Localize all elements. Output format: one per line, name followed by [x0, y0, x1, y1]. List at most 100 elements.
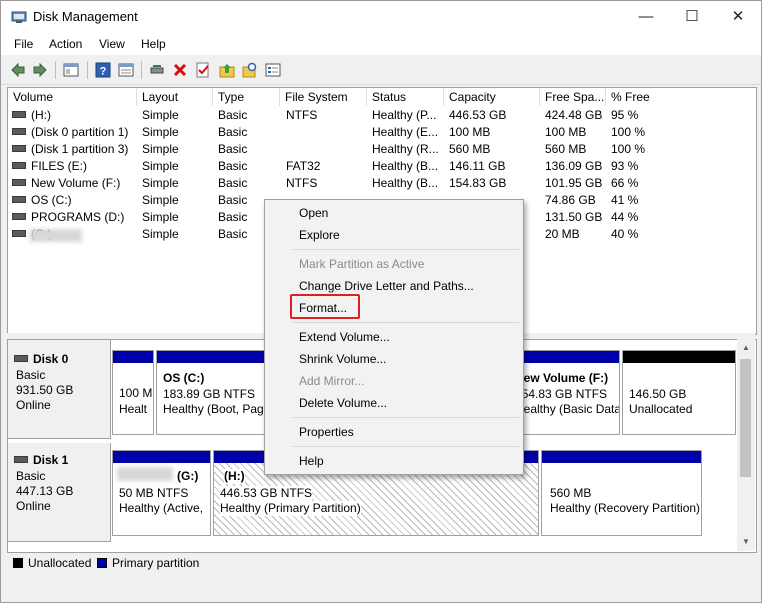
blurred-volume-name	[30, 229, 82, 242]
scroll-thumb[interactable]	[740, 359, 751, 477]
table-row[interactable]: FILES (E:) Simple Basic FAT32 Healthy (B... 1…	[8, 158, 756, 175]
disk-panel-scrollbar[interactable]: ▲ ▼	[737, 339, 755, 551]
disk-0-label[interactable]: Disk 0 Basic 931.50 GB Online	[8, 340, 111, 439]
partition-os-c[interactable]: OS (C:) 183.89 GB NTFS Healthy (Boot, Pa…	[156, 350, 266, 435]
close-button[interactable]: ✕	[715, 1, 761, 33]
disk-name: Disk 1	[33, 453, 69, 467]
column-header-volume[interactable]: Volume	[8, 88, 137, 106]
cell-capacity: 100 MB	[449, 125, 491, 139]
menu-separator	[293, 417, 519, 418]
cell-capacity: 154.83 GB	[449, 176, 507, 190]
menu-item-shrink-volume[interactable]: Shrink Volume...	[299, 351, 386, 367]
disk-status: Online	[16, 398, 51, 412]
forward-arrow-icon[interactable]	[32, 62, 48, 78]
column-header-layout[interactable]: Layout	[137, 88, 213, 106]
cell-pct: 44 %	[611, 210, 639, 224]
cell-status: Healthy (B...	[372, 176, 439, 190]
menu-item-open[interactable]: Open	[299, 205, 328, 221]
cell-layout: Simple	[142, 108, 179, 122]
partition-size: 183.89 GB NTFS	[163, 387, 256, 401]
partition-disk0-p1[interactable]: 100 M Healt	[112, 350, 154, 435]
maximize-button[interactable]: ☐	[669, 1, 715, 33]
partition-size: 154.83 GB NTFS	[515, 387, 608, 401]
menu-help[interactable]: Help	[141, 37, 166, 51]
menu-file[interactable]: File	[14, 37, 33, 51]
table-row[interactable]: New Volume (F:) Simple Basic NTFS Healthy (B…	[8, 175, 756, 192]
partition-title: OS (C:)	[163, 371, 205, 385]
cell-volume: FILES (E:)	[12, 158, 87, 175]
column-header-file-system[interactable]: File System	[280, 88, 367, 106]
disk-management-icon	[11, 11, 27, 23]
partition-g[interactable]: (G:) 50 MB NTFS Healthy (Active,	[112, 450, 211, 536]
menu-item-extend-volume[interactable]: Extend Volume...	[299, 329, 390, 345]
cell-volume: PROGRAMS (D:)	[12, 209, 124, 226]
cell-pct: 100 %	[611, 125, 646, 139]
disk-1-label[interactable]: Disk 1 Basic 447.13 GB Online	[8, 443, 111, 542]
volume-name: FILES (E:)	[31, 159, 88, 173]
cell-pct: 66 %	[611, 176, 639, 190]
delete-icon[interactable]	[172, 62, 188, 78]
cell-free: 131.50 GB	[545, 210, 603, 224]
properties-list-icon[interactable]	[118, 62, 134, 78]
title-bar[interactable]: Disk Management — ☐ ✕	[1, 1, 761, 33]
partition-title: (H:)	[224, 469, 245, 484]
primary-partition-bar	[509, 351, 619, 363]
view-list-icon[interactable]	[265, 62, 281, 78]
cell-free: 20 MB	[545, 227, 580, 241]
partition-status: Healt	[119, 402, 148, 416]
column-header-free-space[interactable]: Free Spa...	[540, 88, 606, 106]
column-header-capacity[interactable]: Capacity	[444, 88, 540, 106]
partition-size: 446.53 GB NTFS	[220, 486, 313, 501]
menu-item-format[interactable]: Format...	[299, 300, 347, 316]
show-hide-console-icon[interactable]	[63, 62, 79, 78]
scroll-up-icon[interactable]: ▲	[742, 343, 750, 352]
cell-volume: (Disk 1 partition 3)	[12, 141, 128, 158]
column-header-status[interactable]: Status	[367, 88, 444, 106]
menu-action[interactable]: Action	[49, 37, 82, 51]
cell-layout: Simple	[142, 125, 179, 139]
column-header-type[interactable]: Type	[213, 88, 280, 106]
cell-fs: FAT32	[286, 159, 321, 173]
menu-item-properties[interactable]: Properties	[299, 424, 354, 440]
menu-item-add-mirror: Add Mirror...	[299, 374, 365, 388]
cell-pct: 100 %	[611, 142, 646, 156]
search-key-icon[interactable]	[242, 62, 258, 78]
cell-status: Healthy (E...	[372, 125, 439, 139]
cell-type: Basic	[218, 210, 248, 224]
column-header-percent-free[interactable]: % Free	[606, 88, 756, 106]
partition-size: 146.50 GB	[629, 387, 687, 401]
check-properties-icon[interactable]	[195, 62, 211, 78]
volume-drive-icon	[12, 111, 26, 119]
menu-item-help[interactable]: Help	[299, 453, 324, 469]
cell-volume: (Disk 0 partition 1)	[12, 124, 128, 141]
cell-layout: Simple	[142, 193, 179, 207]
minimize-button[interactable]: —	[623, 1, 669, 33]
partition-unallocated[interactable]: 146.50 GB Unallocated	[622, 350, 736, 435]
partition-recovery[interactable]: 560 MB Healthy (Recovery Partition)	[541, 450, 702, 536]
table-row[interactable]: (H:) Simple Basic NTFS Healthy (P... 446.53 G…	[8, 107, 756, 124]
menu-separator	[293, 322, 519, 323]
volume-name: (H:)	[31, 108, 51, 122]
menu-separator	[293, 446, 519, 447]
unallocated-bar	[623, 351, 735, 363]
table-row[interactable]: (Disk 1 partition 3) Simple Basic Healthy (…	[8, 141, 756, 158]
cell-capacity: 446.53 GB	[449, 108, 507, 122]
menu-item-change-drive-letter[interactable]: Change Drive Letter and Paths...	[299, 278, 474, 294]
primary-partition-bar	[542, 451, 701, 463]
menu-item-delete-volume[interactable]: Delete Volume...	[299, 395, 387, 411]
back-arrow-icon[interactable]	[10, 62, 26, 78]
up-folder-icon[interactable]	[219, 62, 235, 78]
cell-pct: 41 %	[611, 193, 639, 207]
help-icon[interactable]: ?	[95, 62, 111, 78]
menu-item-explore[interactable]: Explore	[299, 227, 340, 243]
cell-status: Healthy (R...	[372, 142, 439, 156]
scroll-down-icon[interactable]: ▼	[742, 537, 750, 546]
connect-disk-icon[interactable]	[149, 62, 165, 78]
cell-volume: (H:)	[12, 107, 51, 124]
table-row[interactable]: (Disk 0 partition 1) Simple Basic Healthy (…	[8, 124, 756, 141]
partition-new-volume-f[interactable]: New Volume (F:) 154.83 GB NTFS Healthy (…	[508, 350, 620, 435]
menu-view[interactable]: View	[99, 37, 125, 51]
partition-status: Healthy (Recovery Partition)	[550, 501, 701, 515]
partition-status: Unallocated	[629, 402, 693, 416]
toolbar-separator	[141, 61, 142, 79]
